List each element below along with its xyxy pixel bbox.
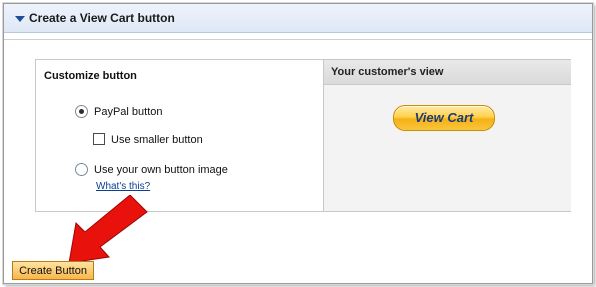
customize-column: Customize button PayPal button Use small… (36, 60, 323, 211)
section-header[interactable]: Create a View Cart button (4, 4, 592, 33)
preview-column: Your customer's view View Cart (323, 60, 571, 211)
smaller-button-label[interactable]: Use smaller button (111, 134, 203, 146)
customize-panel: Customize button PayPal button Use small… (35, 59, 571, 212)
create-button[interactable]: Create Button (12, 261, 94, 280)
own-image-radio[interactable] (75, 163, 88, 176)
divider (4, 39, 592, 40)
paypal-button-radio[interactable] (75, 105, 88, 118)
section-title: Create a View Cart button (29, 11, 175, 25)
whats-this-link[interactable]: What's this? (96, 181, 150, 192)
view-cart-preview-button: View Cart (393, 105, 495, 131)
preview-header: Your customer's view (324, 60, 571, 85)
red-arrow-icon (68, 195, 148, 264)
collapse-triangle-icon[interactable] (15, 16, 25, 22)
customize-heading: Customize button (44, 70, 137, 82)
paypal-button-label[interactable]: PayPal button (94, 106, 163, 118)
own-image-label[interactable]: Use your own button image (94, 164, 228, 176)
smaller-button-checkbox[interactable] (93, 133, 105, 145)
preview-heading: Your customer's view (331, 66, 444, 78)
page-frame: Create a View Cart button Customize butt… (3, 3, 593, 284)
